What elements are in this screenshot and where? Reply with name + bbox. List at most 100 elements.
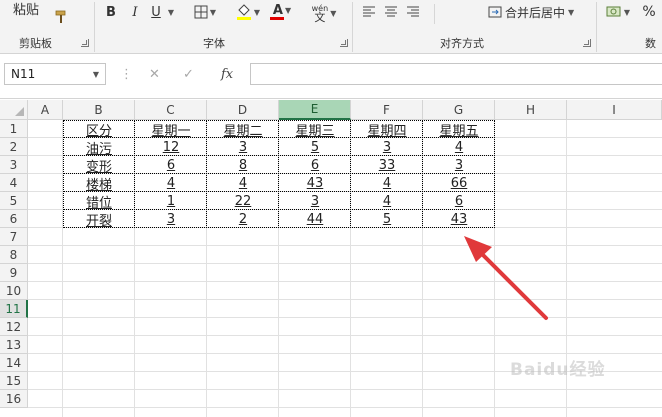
- gridline-horizontal: [28, 281, 662, 282]
- confirm-icon[interactable]: ✓: [183, 67, 194, 82]
- column-header-e[interactable]: E: [279, 100, 351, 120]
- phonetic-char: 文: [314, 11, 326, 24]
- cancel-icon[interactable]: ✕: [149, 67, 160, 82]
- row-header-1[interactable]: 1: [0, 120, 28, 138]
- borders-icon: [194, 5, 208, 19]
- row-header-9[interactable]: 9: [0, 264, 28, 282]
- select-all-button[interactable]: [0, 100, 28, 120]
- row-header-2[interactable]: 2: [0, 138, 28, 156]
- row-header-15[interactable]: 15: [0, 372, 28, 390]
- gridline-horizontal: [28, 407, 662, 408]
- table-cell[interactable]: 44: [279, 210, 351, 228]
- table-cell[interactable]: 5: [279, 138, 351, 156]
- column-header-g[interactable]: G: [423, 100, 495, 120]
- align-right-button[interactable]: [404, 3, 422, 21]
- bold-button[interactable]: B: [102, 3, 120, 21]
- row-header-12[interactable]: 12: [0, 318, 28, 336]
- row-header-5[interactable]: 5: [0, 192, 28, 210]
- table-cell[interactable]: 6: [423, 192, 495, 210]
- formula-input[interactable]: [250, 63, 662, 85]
- table-cell[interactable]: 4: [135, 174, 207, 192]
- insert-function-button[interactable]: fx: [221, 67, 233, 82]
- column-header-b[interactable]: B: [63, 100, 135, 120]
- table-cell[interactable]: 楼梯: [63, 174, 135, 193]
- table-cell[interactable]: 22: [207, 192, 279, 210]
- format-painter-button[interactable]: [50, 8, 72, 26]
- column-header-f[interactable]: F: [351, 100, 423, 120]
- table-cell[interactable]: 3: [135, 210, 207, 228]
- merge-center-label: 合并后居中: [505, 5, 566, 20]
- percent-button[interactable]: %: [640, 3, 658, 21]
- row-header-16[interactable]: 16: [0, 390, 28, 408]
- table-cell[interactable]: 43: [423, 210, 495, 228]
- row-header-14[interactable]: 14: [0, 354, 28, 372]
- table-cell[interactable]: 6: [135, 156, 207, 174]
- row-header-6[interactable]: 6: [0, 210, 28, 228]
- row-header-3[interactable]: 3: [0, 156, 28, 174]
- table-cell[interactable]: 3: [423, 156, 495, 174]
- gridline-horizontal: [28, 317, 662, 318]
- row-header-4[interactable]: 4: [0, 174, 28, 192]
- ribbon-separator: [352, 2, 353, 52]
- font-dialog-launcher[interactable]: [340, 39, 348, 47]
- borders-button[interactable]: ▼: [188, 3, 222, 21]
- table-cell[interactable]: 66: [423, 174, 495, 192]
- italic-button[interactable]: I: [126, 3, 144, 21]
- table-cell[interactable]: 5: [351, 210, 423, 228]
- table-cell[interactable]: 错位: [63, 192, 135, 211]
- row-header-8[interactable]: 8: [0, 246, 28, 264]
- underline-dropdown[interactable]: ▼: [165, 3, 175, 21]
- underline-button[interactable]: U: [147, 3, 165, 21]
- clipboard-group-label: 剪贴板: [19, 37, 52, 50]
- table-header-cell[interactable]: 星期四: [351, 120, 423, 139]
- row-header-7[interactable]: 7: [0, 228, 28, 246]
- row-header-10[interactable]: 10: [0, 282, 28, 300]
- table-header-cell[interactable]: 区分: [63, 120, 135, 139]
- table-cell[interactable]: 12: [135, 138, 207, 156]
- table-header-cell[interactable]: 星期二: [207, 120, 279, 139]
- table-cell[interactable]: 33: [351, 156, 423, 174]
- format-painter-icon: [55, 10, 66, 23]
- row-header-13[interactable]: 13: [0, 336, 28, 354]
- table-cell[interactable]: 3: [207, 138, 279, 156]
- font-group-label: 字体: [203, 37, 225, 50]
- table-header-cell[interactable]: 星期五: [423, 120, 495, 139]
- table-cell[interactable]: 2: [207, 210, 279, 228]
- alignment-dialog-launcher[interactable]: [583, 39, 591, 47]
- table-cell[interactable]: 3: [279, 192, 351, 210]
- merge-center-button[interactable]: 合并后居中 ▼: [488, 3, 588, 21]
- phonetic-button[interactable]: wén 文 ▼: [308, 1, 340, 25]
- table-cell[interactable]: 43: [279, 174, 351, 192]
- align-center-button[interactable]: [382, 3, 400, 21]
- column-header-d[interactable]: D: [207, 100, 279, 120]
- table-cell[interactable]: 8: [207, 156, 279, 174]
- fill-color-button[interactable]: ▼: [232, 3, 264, 21]
- currency-button[interactable]: ▼: [602, 3, 634, 21]
- table-cell[interactable]: 开裂: [63, 210, 135, 229]
- align-left-button[interactable]: [360, 3, 378, 21]
- table-cell[interactable]: 4: [351, 192, 423, 210]
- table-cell[interactable]: 6: [279, 156, 351, 174]
- clipboard-dialog-launcher[interactable]: [81, 39, 89, 47]
- paste-button[interactable]: 粘贴: [6, 0, 46, 18]
- table-cell[interactable]: 1: [135, 192, 207, 210]
- name-box[interactable]: N11 ▼: [4, 63, 106, 85]
- table-cell[interactable]: 4: [423, 138, 495, 156]
- font-color-glyph: A: [272, 2, 283, 18]
- table-cell[interactable]: 变形: [63, 156, 135, 175]
- ribbon-separator: [434, 4, 435, 24]
- column-header-c[interactable]: C: [135, 100, 207, 120]
- column-header-i[interactable]: I: [567, 100, 662, 120]
- alignment-group-label: 对齐方式: [440, 37, 484, 50]
- table-header-cell[interactable]: 星期一: [135, 120, 207, 139]
- table-cell[interactable]: 油污: [63, 138, 135, 157]
- table-cell[interactable]: 4: [207, 174, 279, 192]
- table-cell[interactable]: 3: [351, 138, 423, 156]
- row-header-11[interactable]: 11: [0, 300, 28, 318]
- align-center-icon: [385, 6, 397, 17]
- table-cell[interactable]: 4: [351, 174, 423, 192]
- font-color-button[interactable]: A ▼: [266, 3, 298, 21]
- column-header-h[interactable]: H: [495, 100, 567, 120]
- table-header-cell[interactable]: 星期三: [279, 120, 351, 139]
- column-header-a[interactable]: A: [28, 100, 63, 120]
